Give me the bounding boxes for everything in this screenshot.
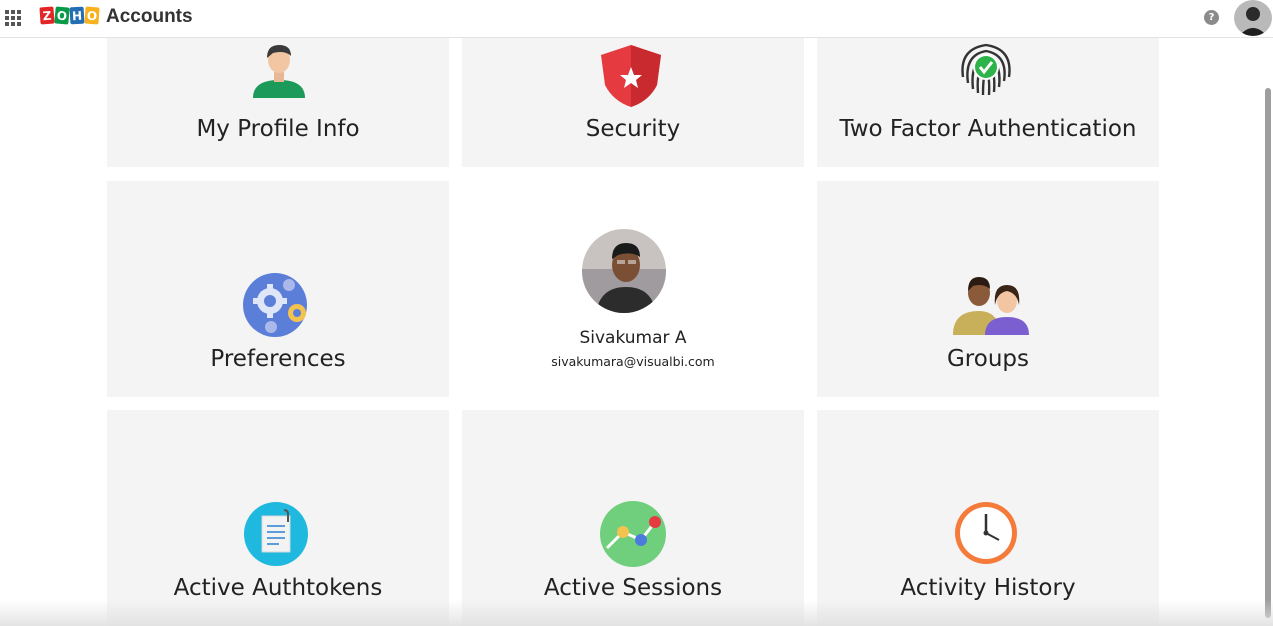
card-groups[interactable]: Groups [817, 181, 1159, 397]
app-grid-icon[interactable] [5, 10, 21, 26]
fingerprint-icon [953, 37, 1019, 105]
card-label: Active Authtokens [173, 575, 383, 601]
top-bar: Z O H O Accounts ? [0, 0, 1273, 38]
app-title: Accounts [106, 6, 193, 27]
card-preferences[interactable]: Preferences [107, 181, 449, 397]
profile-summary: Sivakumar A sivakumara@visualbi.com [462, 181, 804, 397]
users-icon [951, 271, 1031, 339]
user-name: Sivakumar A [579, 328, 687, 348]
user-icon [249, 40, 309, 104]
user-email: sivakumara@visualbi.com [551, 354, 715, 369]
card-label: Activity History [900, 575, 1076, 601]
card-activity-history[interactable]: Activity History [817, 410, 1159, 626]
gears-icon [243, 271, 311, 343]
card-label: My Profile Info [196, 116, 360, 142]
sessions-icon [599, 500, 667, 572]
card-security[interactable]: Security [462, 37, 804, 167]
logo-letter: O [54, 6, 70, 25]
card-active-authtokens[interactable]: Active Authtokens [107, 410, 449, 626]
clock-icon [953, 500, 1019, 570]
card-label: Security [585, 116, 681, 142]
user-avatar[interactable] [1234, 0, 1272, 36]
scrollbar[interactable] [1265, 88, 1271, 618]
help-icon[interactable]: ? [1204, 10, 1219, 25]
zoho-logo[interactable]: Z O H O [39, 6, 100, 25]
clipboard-icon [244, 502, 308, 570]
shield-icon [599, 43, 663, 113]
logo-letter: O [84, 6, 100, 25]
card-active-sessions[interactable]: Active Sessions [462, 410, 804, 626]
card-label: Active Sessions [543, 575, 723, 601]
logo-letter: H [69, 6, 85, 25]
card-label: Groups [946, 346, 1029, 372]
card-two-factor-authentication[interactable]: Two Factor Authentication [817, 37, 1159, 167]
logo-letter: Z [39, 6, 55, 25]
card-my-profile-info[interactable]: My Profile Info [107, 37, 449, 167]
card-label: Two Factor Authentication [839, 116, 1137, 142]
card-label: Preferences [210, 346, 346, 372]
profile-photo[interactable] [582, 229, 666, 313]
